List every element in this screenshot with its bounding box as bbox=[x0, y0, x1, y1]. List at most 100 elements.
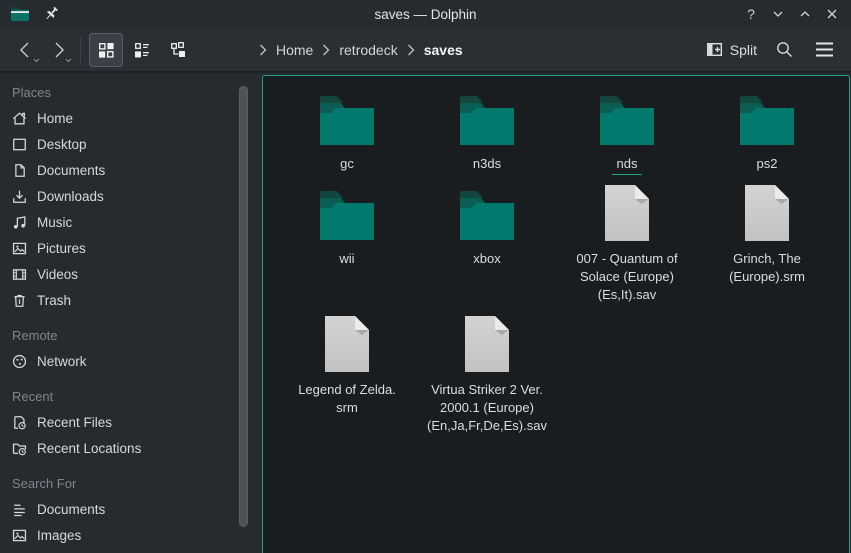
section-header-remote: Remote bbox=[0, 325, 262, 348]
pin-icon[interactable] bbox=[44, 6, 60, 22]
split-icon bbox=[706, 41, 723, 58]
sidebar-item-pictures[interactable]: Pictures bbox=[0, 235, 262, 261]
trash-icon bbox=[11, 292, 28, 309]
close-button[interactable] bbox=[823, 5, 841, 23]
sidebar-item-audio[interactable]: Audio bbox=[0, 548, 262, 553]
folder-icon bbox=[739, 90, 795, 146]
sidebar-item-images[interactable]: Images bbox=[0, 522, 262, 548]
documents-icon bbox=[11, 162, 28, 179]
minimize-button[interactable] bbox=[769, 5, 787, 23]
sidebar-item-label: Videos bbox=[37, 267, 78, 282]
item-label: 007 - Quantum ofSolace (Europe)(Es,It).s… bbox=[576, 250, 677, 304]
search-documents-icon bbox=[11, 501, 28, 518]
search-icon bbox=[775, 40, 794, 59]
file-icon bbox=[465, 316, 509, 372]
sidebar-item-downloads[interactable]: Downloads bbox=[0, 183, 262, 209]
sidebar-item-label: Desktop bbox=[37, 137, 87, 152]
icons-view-button[interactable] bbox=[89, 33, 123, 67]
sidebar-item-desktop[interactable]: Desktop bbox=[0, 131, 262, 157]
breadcrumb-item-saves[interactable]: saves bbox=[419, 42, 468, 58]
sidebar-item-trash[interactable]: Trash bbox=[0, 287, 262, 313]
item-label: Grinch, The(Europe).srm bbox=[729, 250, 805, 286]
sidebar-item-label: Home bbox=[37, 111, 73, 126]
section-header-search-for: Search For bbox=[0, 473, 262, 496]
pictures-icon bbox=[11, 240, 28, 257]
file-view[interactable]: gc n3ds nds ps2 wii xbox 007 - Quantum o… bbox=[262, 75, 850, 553]
sidebar-item-network[interactable]: Network bbox=[0, 348, 262, 374]
breadcrumb-item-retrodeck[interactable]: retrodeck bbox=[334, 42, 402, 58]
sidebar-item-documents[interactable]: Documents bbox=[0, 157, 262, 183]
back-button[interactable] bbox=[10, 34, 42, 66]
breadcrumb-chevron-icon bbox=[322, 44, 330, 56]
item-label: wii bbox=[339, 250, 354, 268]
sidebar-item-label: Music bbox=[37, 215, 72, 230]
sidebar-item-videos[interactable]: Videos bbox=[0, 261, 262, 287]
file-item-grinch-the-europe-srm[interactable]: Grinch, The(Europe).srm bbox=[697, 185, 837, 316]
titlebar: saves — Dolphin ? bbox=[0, 0, 851, 28]
file-item-legend-of-zelda-srm[interactable]: Legend of Zelda.srm bbox=[277, 316, 417, 466]
tree-view-button[interactable] bbox=[161, 33, 195, 67]
file-icon bbox=[605, 185, 649, 241]
details-view-button[interactable] bbox=[125, 33, 159, 67]
file-icon bbox=[745, 185, 789, 241]
sidebar-item-home[interactable]: Home bbox=[0, 105, 262, 131]
sidebar-item-recent-files[interactable]: Recent Files bbox=[0, 409, 262, 435]
breadcrumb-chevron-icon bbox=[259, 44, 267, 56]
sidebar-item-label: Documents bbox=[37, 502, 105, 517]
music-icon bbox=[11, 214, 28, 231]
folder-icon bbox=[319, 185, 375, 241]
file-item-007-quantum-of-solace-europe-es-it-sav[interactable]: 007 - Quantum ofSolace (Europe)(Es,It).s… bbox=[557, 185, 697, 316]
content-area: PlacesHomeDesktopDocumentsDownloadsMusic… bbox=[0, 75, 851, 553]
item-label: xbox bbox=[473, 250, 500, 268]
sidebar-item-label: Pictures bbox=[37, 241, 86, 256]
sidebar-section-places: Places Home Desktop DocumentsDownloads Music… bbox=[0, 82, 262, 313]
breadcrumb: Home retrodeck saves bbox=[259, 42, 468, 58]
maximize-button[interactable] bbox=[796, 5, 814, 23]
item-label: ps2 bbox=[757, 155, 778, 173]
toolbar-separator bbox=[80, 37, 81, 63]
folder-item-nds[interactable]: nds bbox=[557, 90, 697, 185]
home-icon bbox=[11, 110, 28, 127]
menu-button[interactable] bbox=[807, 33, 841, 67]
sidebar-item-music[interactable]: Music bbox=[0, 209, 262, 235]
toolbar: Home retrodeck saves Split bbox=[0, 28, 851, 73]
item-label: Virtua Striker 2 Ver.2000.1 (Europe)(En,… bbox=[427, 381, 547, 435]
folder-icon bbox=[459, 185, 515, 241]
file-item-virtua-striker-2-ver-2000-1-europe-en-ja-fr-de-es-sav[interactable]: Virtua Striker 2 Ver.2000.1 (Europe)(En,… bbox=[417, 316, 557, 466]
breadcrumb-item-home[interactable]: Home bbox=[271, 42, 318, 58]
section-header-places: Places bbox=[0, 82, 262, 105]
file-grid: gc n3ds nds ps2 wii xbox 007 - Quantum o… bbox=[263, 76, 849, 466]
sidebar-section-search-for: Search For Documents Images Audio bbox=[0, 473, 262, 553]
back-dropdown-icon bbox=[33, 58, 40, 63]
folder-item-ps2[interactable]: ps2 bbox=[697, 90, 837, 185]
window-title: saves — Dolphin bbox=[0, 7, 851, 22]
forward-dropdown-icon bbox=[65, 58, 72, 63]
videos-icon bbox=[11, 266, 28, 283]
places-panel: PlacesHomeDesktopDocumentsDownloadsMusic… bbox=[0, 75, 262, 553]
help-button[interactable]: ? bbox=[742, 5, 760, 23]
folder-item-wii[interactable]: wii bbox=[277, 185, 417, 316]
sidebar-item-documents[interactable]: Documents bbox=[0, 496, 262, 522]
section-header-recent: Recent bbox=[0, 386, 262, 409]
item-label: n3ds bbox=[473, 155, 501, 173]
folder-icon bbox=[599, 90, 655, 146]
recent-locations-icon bbox=[11, 440, 28, 457]
sidebar-scrollbar[interactable] bbox=[239, 86, 248, 527]
recent-files-icon bbox=[11, 414, 28, 431]
sidebar-item-recent-locations[interactable]: Recent Locations bbox=[0, 435, 262, 461]
sidebar-item-label: Trash bbox=[37, 293, 71, 308]
split-label: Split bbox=[730, 42, 757, 58]
sidebar-section-recent: Recent Recent Files Recent Locations bbox=[0, 386, 262, 461]
forward-button[interactable] bbox=[42, 34, 74, 66]
folder-item-n3ds[interactable]: n3ds bbox=[417, 90, 557, 185]
sidebar-item-label: Recent Files bbox=[37, 415, 112, 430]
desktop-icon bbox=[11, 136, 28, 153]
sidebar-item-label: Recent Locations bbox=[37, 441, 141, 456]
folder-item-gc[interactable]: gc bbox=[277, 90, 417, 185]
search-button[interactable] bbox=[767, 33, 801, 67]
sidebar-item-label: Images bbox=[37, 528, 81, 543]
split-button[interactable]: Split bbox=[702, 35, 761, 64]
folder-item-xbox[interactable]: xbox bbox=[417, 185, 557, 316]
item-label: gc bbox=[340, 155, 354, 173]
downloads-icon bbox=[11, 188, 28, 205]
